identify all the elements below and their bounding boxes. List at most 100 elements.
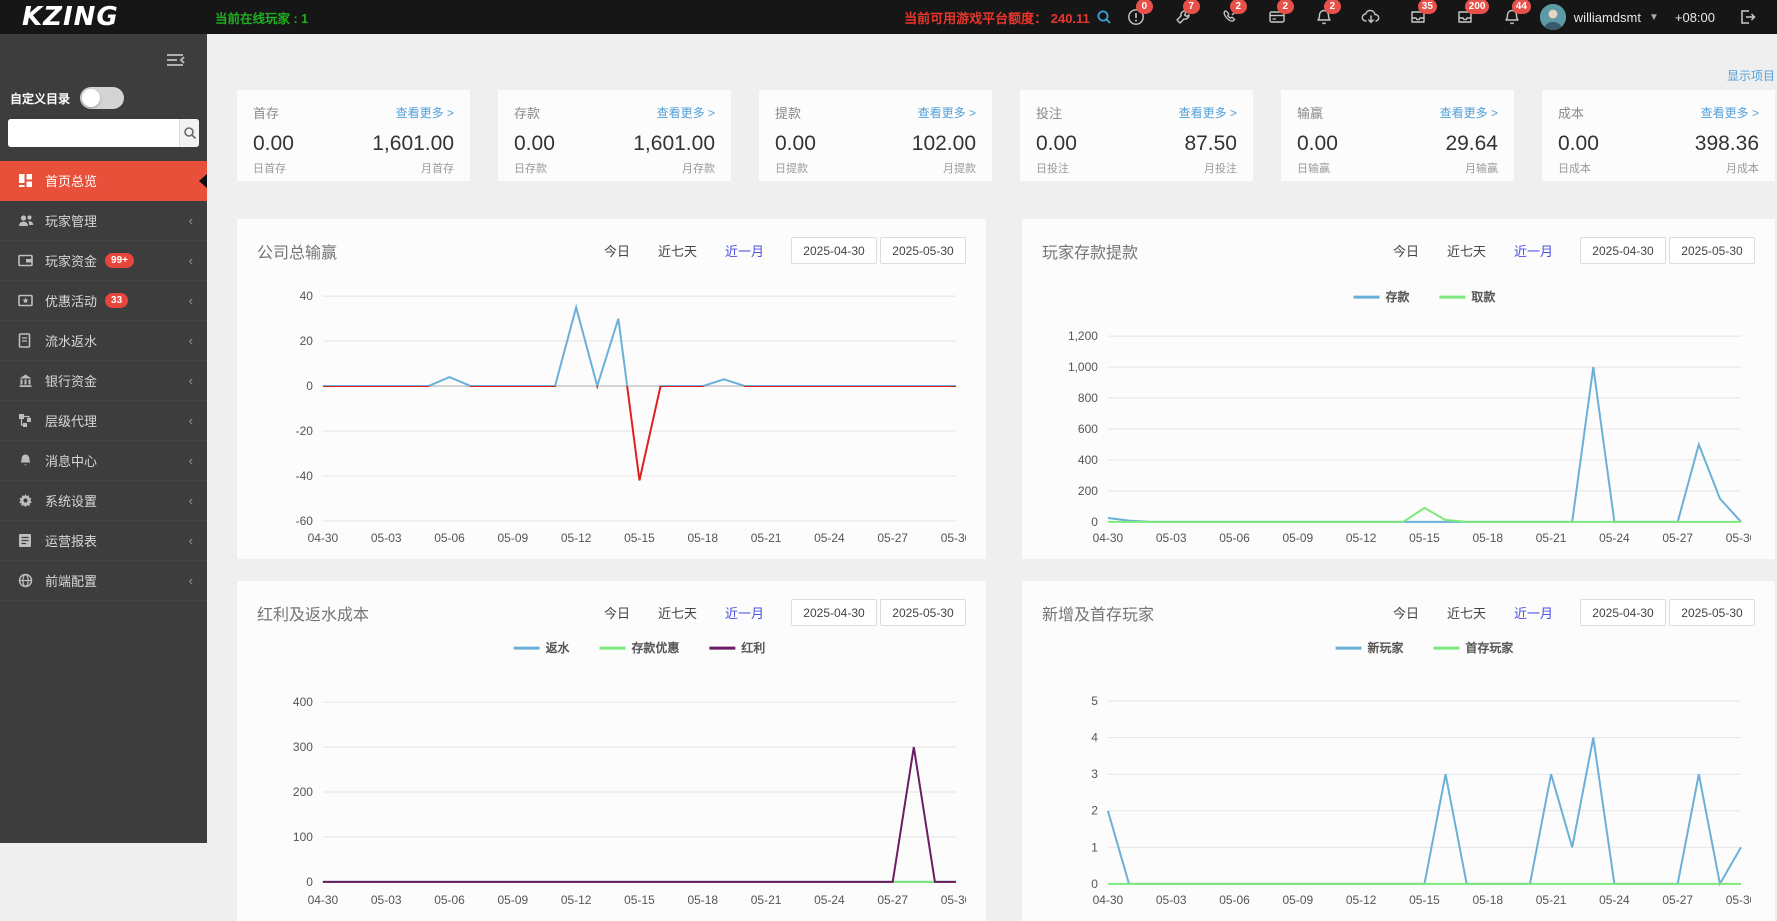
sidebar-item-home-overview[interactable]: 首页总览 xyxy=(0,161,207,201)
sidebar-item-frontend-config[interactable]: 前端配置 ‹ xyxy=(0,561,207,601)
chart-title: 红利及返水成本 xyxy=(257,606,370,624)
cloud-download-icon[interactable] xyxy=(1361,7,1381,27)
tab-last-7-days[interactable]: 近七天 xyxy=(1447,241,1486,260)
inbox-badge: 35 xyxy=(1417,0,1437,14)
date-to-input[interactable] xyxy=(1669,237,1755,264)
inbox-icon[interactable]: 35 xyxy=(1408,0,1437,27)
date-to-input[interactable] xyxy=(1669,599,1755,626)
svg-text:-20: -20 xyxy=(296,424,314,438)
tab-last-7-days[interactable]: 近七天 xyxy=(1447,603,1486,622)
tab-last-7-days[interactable]: 近七天 xyxy=(658,241,697,260)
svg-text:存款优惠: 存款优惠 xyxy=(631,640,679,655)
sidebar-item-promotions[interactable]: 优惠活动 33 ‹ xyxy=(0,281,207,321)
view-more-link[interactable]: 查看更多 > xyxy=(657,104,715,121)
svg-text:04-30: 04-30 xyxy=(1093,531,1124,545)
chart-title: 公司总输赢 xyxy=(257,244,338,262)
phone-icon[interactable]: 2 xyxy=(1220,0,1247,27)
custom-menu-toggle[interactable] xyxy=(80,87,125,109)
user-menu[interactable]: williamdsmt ▼ xyxy=(1539,4,1659,30)
svg-text:05-18: 05-18 xyxy=(1472,531,1503,545)
bell-badge: 2 xyxy=(1323,0,1341,14)
gear-icon xyxy=(18,493,34,509)
bonus-rebate-cost-chart: 400 300 200 100 0 04-30 05-03 05-06 05-09 05-12 05… xyxy=(293,640,966,907)
inbox-icon[interactable]: 200 xyxy=(1455,0,1490,27)
day-value: 0.00 xyxy=(514,132,555,155)
svg-text:05-09: 05-09 xyxy=(1283,531,1314,545)
date-from-input[interactable] xyxy=(791,237,877,264)
sidebar-item-system-settings[interactable]: 系统设置 ‹ xyxy=(0,481,207,521)
svg-text:05-27: 05-27 xyxy=(1662,893,1693,907)
wallet-icon xyxy=(18,253,34,269)
tab-last-month[interactable]: 近一月 xyxy=(725,241,764,260)
tab-today[interactable]: 今日 xyxy=(604,241,630,260)
sidebar-item-player-funds[interactable]: 玩家资金 99+ ‹ xyxy=(0,241,207,281)
chevron-left-icon: ‹ xyxy=(188,293,193,308)
tab-last-month[interactable]: 近一月 xyxy=(1514,603,1553,622)
chevron-left-icon: ‹ xyxy=(188,213,193,228)
svg-text:05-24: 05-24 xyxy=(1599,893,1630,907)
svg-text:05-09: 05-09 xyxy=(498,893,529,907)
card-title: 投注 xyxy=(1036,106,1063,121)
date-from-input[interactable] xyxy=(791,599,877,626)
sidebar-item-turnover-rebate[interactable]: 流水返水 ‹ xyxy=(0,321,207,361)
sidebar-search-button[interactable] xyxy=(179,119,199,147)
sidebar-item-operation-reports[interactable]: 运营报表 ‹ xyxy=(0,521,207,561)
date-to-input[interactable] xyxy=(880,237,966,264)
card-icon[interactable]: 2 xyxy=(1267,0,1294,27)
date-from-input[interactable] xyxy=(1580,599,1666,626)
collapse-menu-icon[interactable] xyxy=(163,52,187,73)
card-title: 提款 xyxy=(775,106,802,121)
svg-text:-40: -40 xyxy=(296,469,314,483)
sidebar-search-input[interactable] xyxy=(8,119,179,147)
bell-icon[interactable]: 44 xyxy=(1502,0,1531,27)
tab-today[interactable]: 今日 xyxy=(604,603,630,622)
svg-text:05-15: 05-15 xyxy=(624,531,655,545)
new-first-deposit-players-chart: 5 4 3 2 1 0 04-30 05-03 05-06 05-09 05-12 05-15 05-1… xyxy=(1091,640,1751,907)
date-to-input[interactable] xyxy=(880,599,966,626)
date-from-input[interactable] xyxy=(1580,237,1666,264)
svg-text:05-03: 05-03 xyxy=(1156,893,1187,907)
svg-text:返水: 返水 xyxy=(546,640,571,655)
sidebar-item-player-management[interactable]: 玩家管理 ‹ xyxy=(0,201,207,241)
username: williamdsmt xyxy=(1573,9,1641,25)
sidebar-item-message-center[interactable]: 消息中心 ‹ xyxy=(0,441,207,481)
svg-text:05-30: 05-30 xyxy=(1726,531,1751,545)
hierarchy-icon xyxy=(18,413,34,429)
bell-icon[interactable]: 2 xyxy=(1314,0,1341,27)
company-winloss-chart: 40 20 0 -20 -40 -60 04-30 05-03 05-06 05-09 05-12 0… xyxy=(296,289,966,545)
tab-today[interactable]: 今日 xyxy=(1393,603,1419,622)
sidebar-item-bank-funds[interactable]: 银行资金 ‹ xyxy=(0,361,207,401)
svg-text:05-12: 05-12 xyxy=(1346,531,1377,545)
svg-text:0: 0 xyxy=(306,875,313,889)
sidebar-item-label: 首页总览 xyxy=(45,174,98,189)
sidebar-item-agent-hierarchy[interactable]: 层级代理 ‹ xyxy=(0,401,207,441)
wrench-icon[interactable]: 7 xyxy=(1173,0,1200,27)
day-value: 0.00 xyxy=(1558,132,1599,155)
day-value: 0.00 xyxy=(1297,132,1338,155)
view-more-link[interactable]: 查看更多 > xyxy=(1701,104,1759,121)
view-more-link[interactable]: 查看更多 > xyxy=(396,104,454,121)
view-more-link[interactable]: 查看更多 > xyxy=(1179,104,1237,121)
view-more-link[interactable]: 查看更多 > xyxy=(1440,104,1498,121)
alert-icon[interactable]: 0 xyxy=(1126,0,1153,27)
card-title: 存款 xyxy=(514,106,541,121)
svg-text:取款: 取款 xyxy=(1471,289,1496,304)
chevron-left-icon: ‹ xyxy=(188,333,193,348)
svg-text:0: 0 xyxy=(1091,877,1098,891)
show-items-link[interactable]: 显示项目 xyxy=(1727,69,1775,83)
svg-text:红利: 红利 xyxy=(741,640,765,655)
main-content: 显示项目 首存 查看更多 > 0.00 1,601.00 日首存 月首存 存款 … xyxy=(207,34,1777,921)
month-label: 月投注 xyxy=(1204,163,1237,175)
svg-text:05-18: 05-18 xyxy=(687,531,718,545)
stat-card-first-deposit: 首存 查看更多 > 0.00 1,601.00 日首存 月首存 xyxy=(237,90,470,181)
tab-today[interactable]: 今日 xyxy=(1393,241,1419,260)
svg-text:800: 800 xyxy=(1078,391,1098,405)
tab-last-month[interactable]: 近一月 xyxy=(1514,241,1553,260)
tab-last-month[interactable]: 近一月 xyxy=(725,603,764,622)
tab-last-7-days[interactable]: 近七天 xyxy=(658,603,697,622)
chart-panel-new-first-deposit-players: 新增及首存玩家 今日 近七天 近一月 5 4 3 2 1 0 04-30 05-03 05-06… xyxy=(1022,581,1775,921)
month-label: 月输赢 xyxy=(1465,163,1498,175)
logout-icon[interactable] xyxy=(1737,7,1757,27)
credit-search-icon[interactable] xyxy=(1096,9,1112,25)
view-more-link[interactable]: 查看更多 > xyxy=(918,104,976,121)
